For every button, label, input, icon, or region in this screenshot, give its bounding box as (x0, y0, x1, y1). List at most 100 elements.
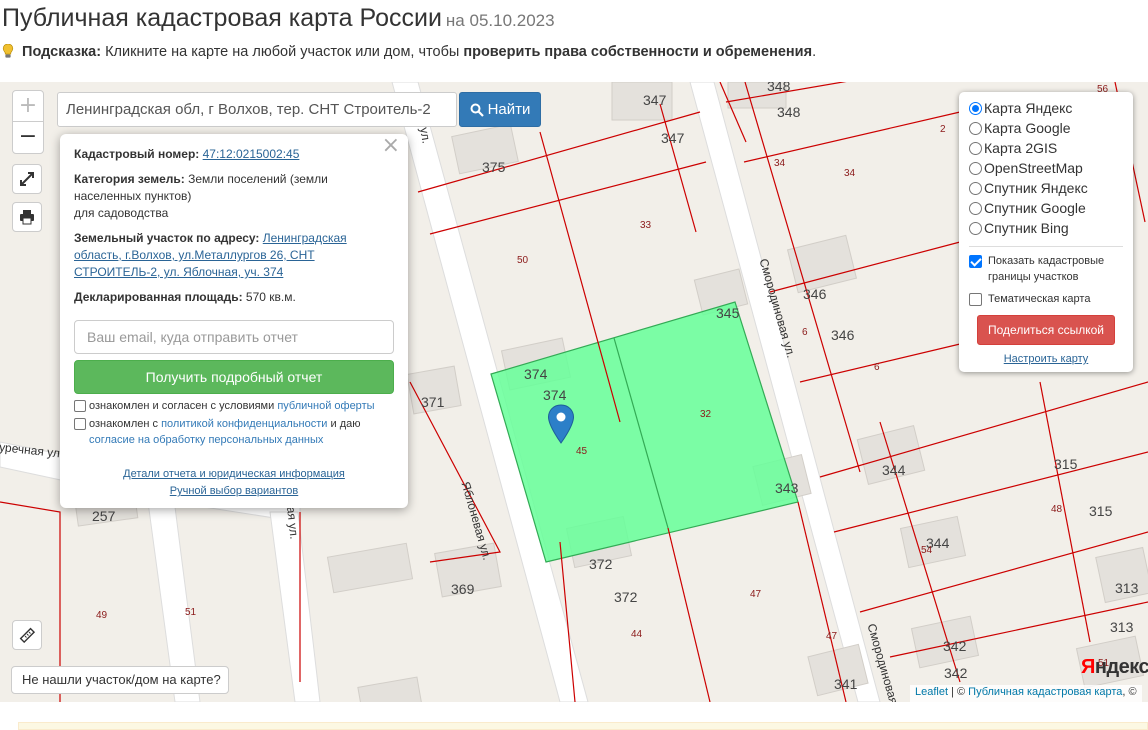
map-attribution: Leaflet | © Публичная кадастровая карта,… (910, 685, 1142, 702)
house-label: 347 (661, 130, 685, 146)
privacy-agreement[interactable]: ознакомлен с политикой конфиденциальност… (74, 416, 394, 448)
house-label: 341 (834, 676, 858, 692)
parcel-label: 6 (874, 362, 880, 373)
basemap-radio[interactable] (969, 161, 982, 175)
parcel-label: 50 (517, 255, 529, 266)
basemap-option[interactable]: Карта Яндекс (969, 98, 1123, 118)
layers-panel: Карта Яндекс Карта Google Карта 2GIS OpenSt… (959, 92, 1133, 372)
privacy-link[interactable]: политикой конфиденциальности (161, 418, 327, 430)
cadastral-map[interactable]: 347 347 348 348 375 374 374 371 346 346 … (0, 82, 1148, 702)
basemap-list: Карта Яндекс Карта Google Карта 2GIS OpenSt… (969, 98, 1123, 238)
basemap-radio[interactable] (969, 201, 982, 215)
zoom-control: + − (12, 90, 44, 154)
thematic-option[interactable]: Тематическая карта (969, 291, 1123, 307)
parcel-label: 47 (750, 589, 762, 600)
title-date: на 05.10.2023 (445, 11, 555, 30)
consent-link[interactable]: согласие на обработку персональных данны… (89, 434, 323, 446)
share-link-button[interactable]: Поделиться ссылкой (977, 315, 1115, 345)
category-label: Категория земель: (74, 172, 185, 186)
not-found-button[interactable]: Не нашли участок/дом на карте? (11, 666, 229, 694)
close-icon[interactable]: × (382, 135, 400, 157)
leaflet-link[interactable]: Leaflet (915, 686, 948, 698)
popup-links: Детали отчета и юридическая информация Р… (74, 466, 394, 500)
basemap-label: Спутник Яндекс (984, 180, 1088, 196)
yandex-logo: Яндекс (1081, 656, 1148, 678)
fullscreen-button[interactable] (12, 164, 42, 194)
basemap-label: Спутник Bing (984, 220, 1069, 236)
basemap-option[interactable]: Карта Google (969, 118, 1123, 138)
basemap-radio[interactable] (969, 121, 982, 135)
zoom-in-button[interactable]: + (13, 91, 43, 122)
house-label: 342 (943, 638, 967, 654)
location-pin-icon[interactable] (547, 404, 575, 444)
house-label: 372 (614, 589, 638, 605)
cadnum-row: Кадастровый номер: 47:12:0215002:45 (74, 146, 394, 163)
show-borders-checkbox[interactable] (969, 255, 982, 268)
cadnum-label: Кадастровый номер: (74, 147, 200, 161)
find-button-label: Найти (487, 101, 531, 118)
parcel-label: 34 (774, 158, 786, 169)
hint-line: Подсказка: Кликните на карте на любой уч… (2, 44, 816, 60)
layers-divider (969, 246, 1123, 247)
manual-link[interactable]: Ручной выбор вариантов (170, 485, 298, 497)
basemap-option[interactable]: Спутник Google (969, 198, 1123, 218)
house-label: 343 (775, 480, 799, 496)
offer-text: ознакомлен и согласен с условиями (89, 400, 275, 412)
house-label: 371 (421, 394, 445, 410)
address-label: Земельный участок по адресу: (74, 231, 260, 245)
basemap-radio[interactable] (969, 221, 982, 235)
hint-bold: проверить права собственности и обремене… (463, 44, 813, 60)
show-borders-option[interactable]: Показать кадастровые границы участков (969, 253, 1123, 285)
print-icon (20, 210, 34, 225)
house-label: 369 (451, 581, 475, 597)
find-button[interactable]: Найти (459, 92, 541, 127)
basemap-radio[interactable] (969, 141, 982, 155)
title-text: Публичная кадастровая карта России (2, 4, 442, 32)
basemap-option[interactable]: Карта 2GIS (969, 138, 1123, 158)
parcel-label: 44 (631, 629, 643, 640)
pkk-link[interactable]: Публичная кадастровая карта (968, 686, 1122, 698)
hint-end: . (812, 44, 817, 60)
ruler-button[interactable] (12, 620, 42, 650)
house-label: 313 (1110, 619, 1134, 635)
parcel-label: 54 (921, 545, 933, 556)
details-link[interactable]: Детали отчета и юридическая информация (123, 468, 345, 480)
house-label: 348 (777, 104, 801, 120)
offer-agreement[interactable]: ознакомлен и согласен с условиями публич… (74, 398, 394, 414)
hint-text: Кликните на карте на любой участок или д… (105, 44, 460, 60)
get-report-button[interactable]: Получить подробный отчет (74, 360, 394, 394)
email-field[interactable]: Ваш email, куда отправить отчет (74, 320, 394, 354)
ruler-icon (19, 627, 35, 643)
page-title: Публичная кадастровая карта России на 05.… (2, 4, 555, 33)
basemap-label: Карта Яндекс (984, 100, 1073, 116)
print-button[interactable] (12, 202, 42, 232)
offer-checkbox[interactable] (74, 400, 86, 412)
category-row: Категория земель: Земли поселений (земли… (74, 171, 394, 222)
lightbulb-icon (2, 44, 14, 58)
house-label: 346 (803, 286, 827, 302)
privacy-text: ознакомлен с (89, 418, 159, 430)
basemap-label: Спутник Google (984, 200, 1086, 216)
cadnum-link[interactable]: 47:12:0215002:45 (203, 147, 300, 161)
basemap-option[interactable]: Спутник Bing (969, 218, 1123, 238)
area-value: 570 кв.м. (245, 290, 296, 304)
basemap-radio[interactable] (969, 101, 982, 115)
thematic-checkbox[interactable] (969, 293, 982, 306)
parcel-label: 2 (940, 124, 946, 135)
house-label: 345 (716, 305, 740, 321)
parcel-label: 48 (1051, 504, 1063, 515)
fullscreen-icon (20, 172, 34, 186)
basemap-label: Карта 2GIS (984, 140, 1058, 156)
search-icon (470, 103, 484, 117)
basemap-option[interactable]: Спутник Яндекс (969, 178, 1123, 198)
address-search-input[interactable]: Ленинградская обл, г Волхов, тер. СНТ Ст… (57, 92, 457, 127)
basemap-radio[interactable] (969, 181, 982, 195)
parcel-label: 6 (802, 327, 808, 338)
zoom-out-button[interactable]: − (13, 122, 43, 153)
basemap-option[interactable]: OpenStreetMap (969, 158, 1123, 178)
setup-map-link[interactable]: Настроить карту (969, 353, 1123, 365)
parcel-info-popup: × Кадастровый номер: 47:12:0215002:45 Ка… (60, 134, 408, 508)
offer-link[interactable]: публичной оферты (277, 400, 374, 412)
house-label: 257 (92, 508, 116, 524)
privacy-checkbox[interactable] (74, 418, 86, 430)
